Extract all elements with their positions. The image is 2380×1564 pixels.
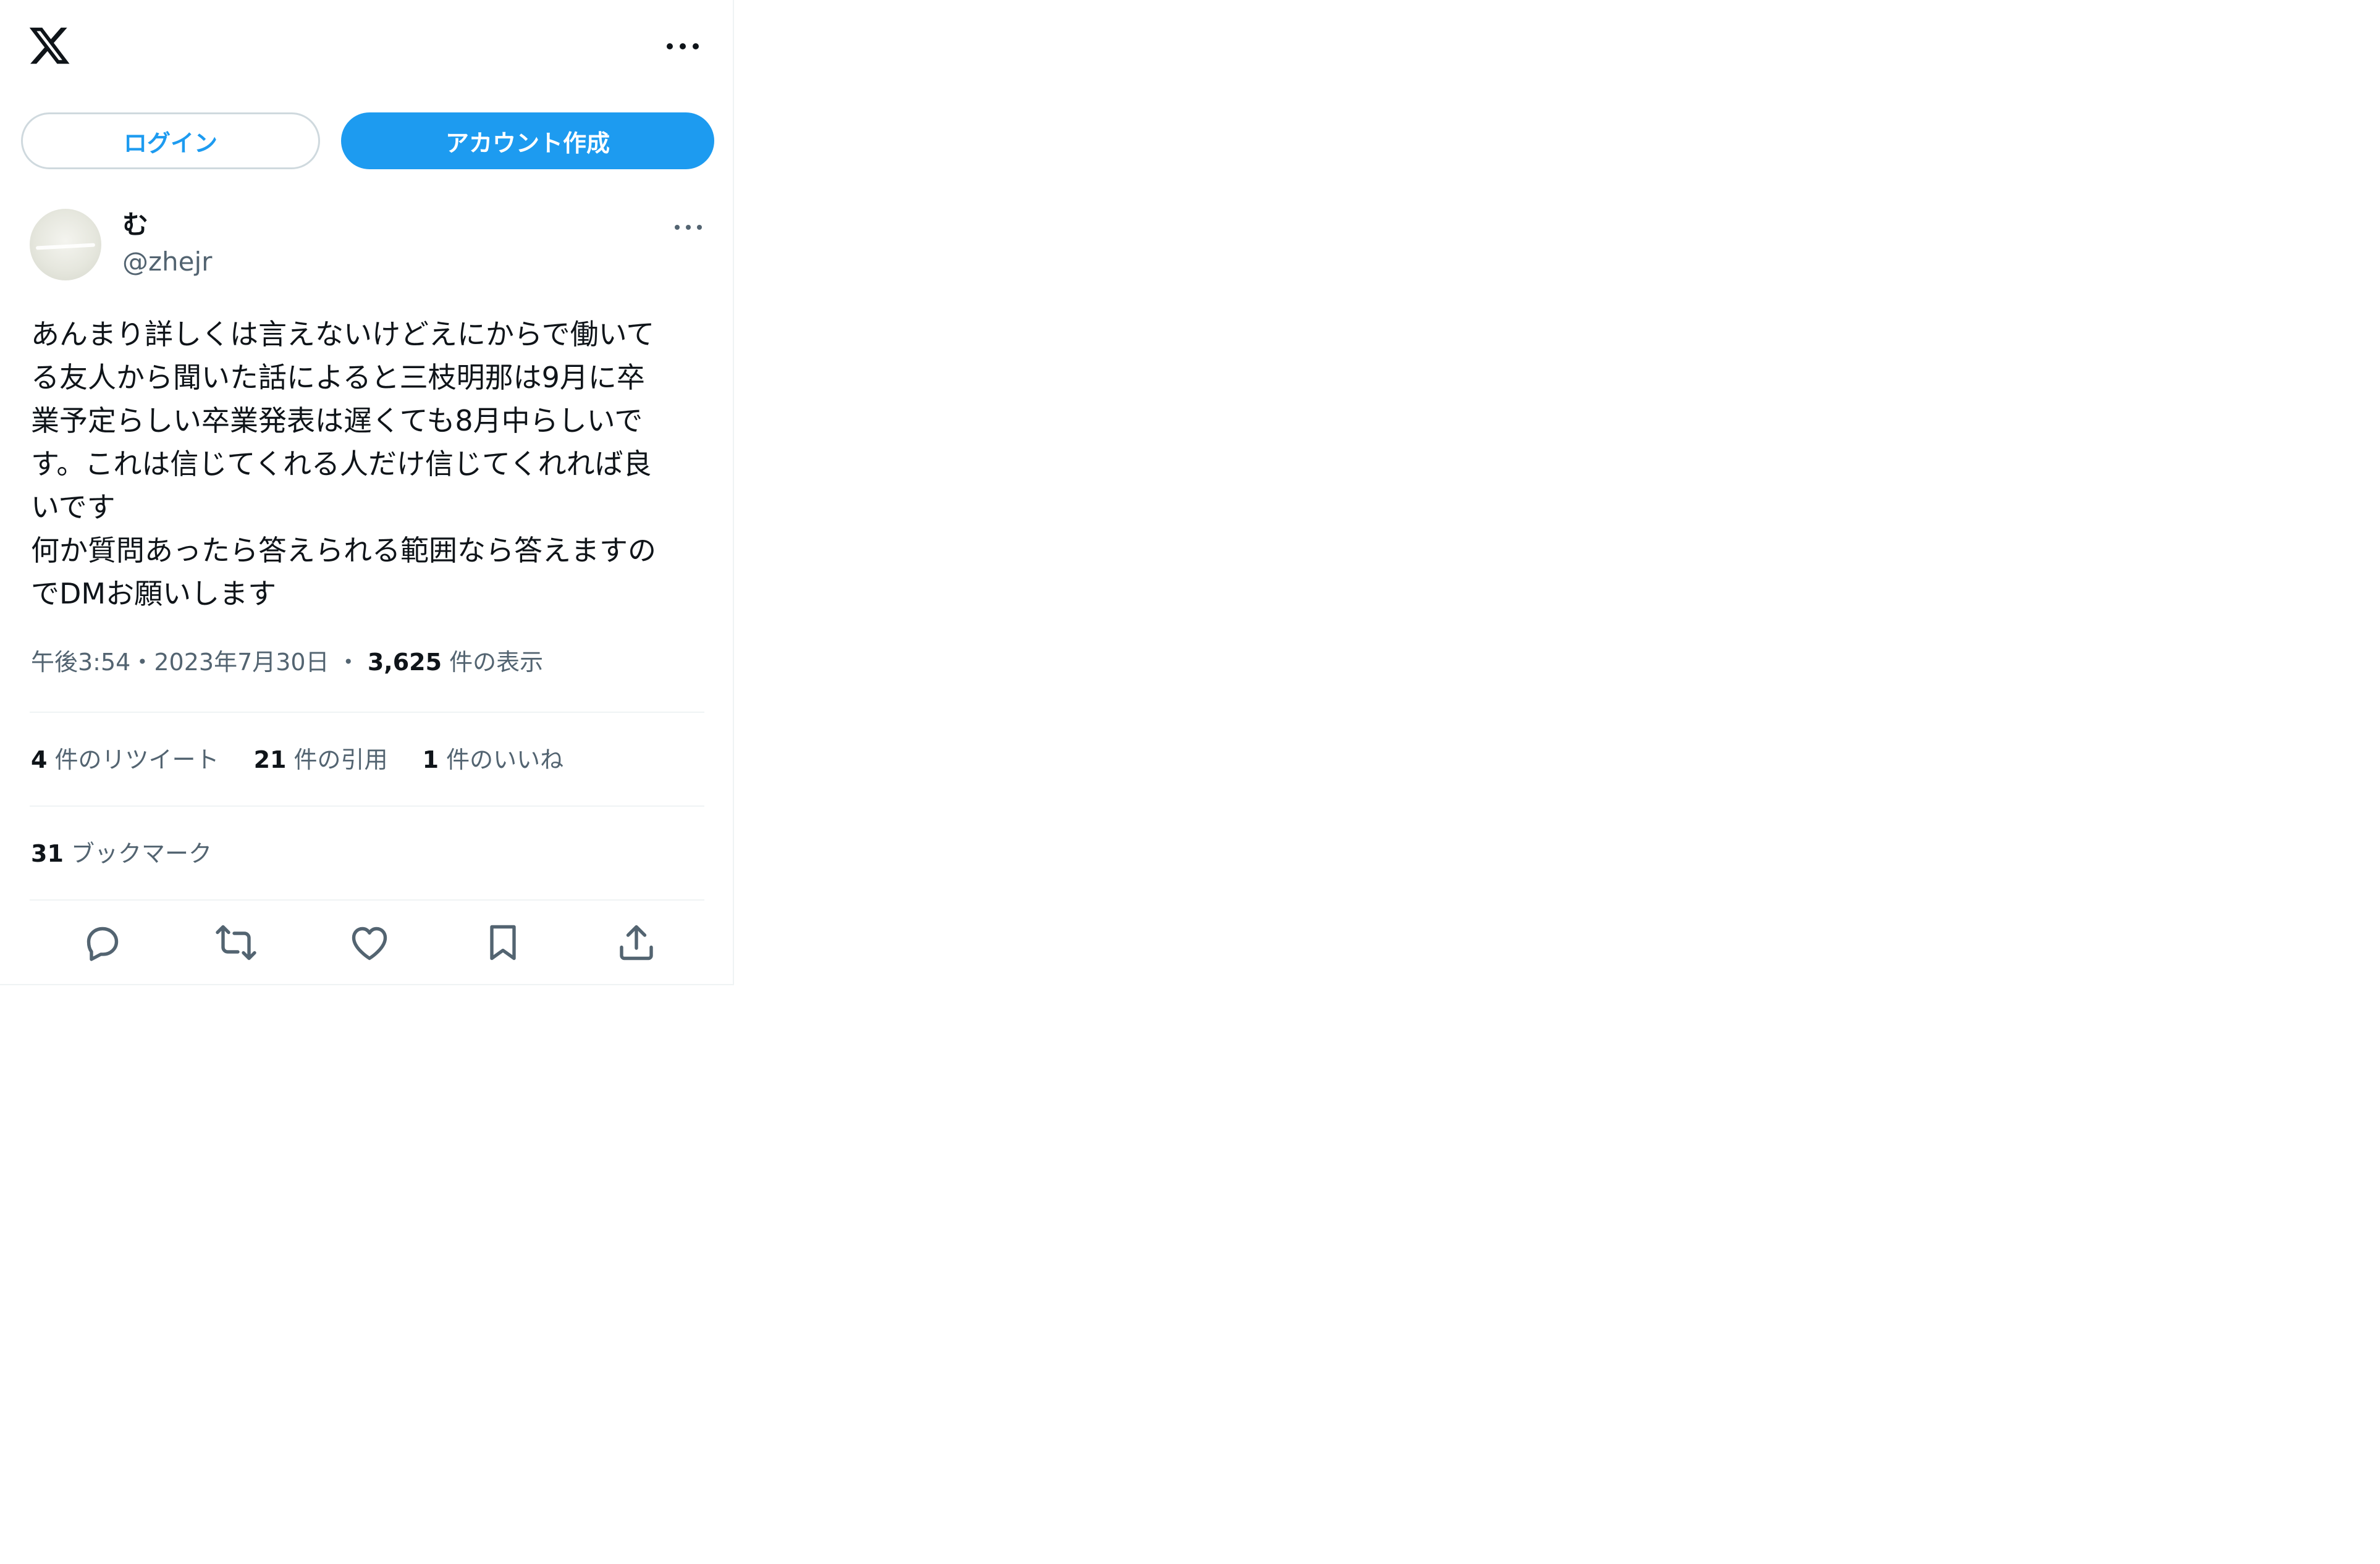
create-account-button[interactable]: アカウント作成	[341, 112, 714, 169]
retweet-icon[interactable]	[214, 920, 258, 965]
retweets-label: 件のリツイート	[54, 746, 219, 773]
avatar[interactable]	[30, 209, 101, 280]
login-button[interactable]: ログイン	[21, 112, 320, 169]
x-logo-icon[interactable]	[27, 23, 72, 68]
more-horizontal-icon[interactable]	[661, 34, 704, 59]
bookmarks-label: ブックマーク	[70, 840, 212, 867]
page: ログイン アカウント作成 む @zhejr あんまり詳しくは言えないけどえにから…	[0, 0, 2380, 1564]
retweets-count: 4	[31, 746, 48, 773]
tweet-panel: ログイン アカウント作成 む @zhejr あんまり詳しくは言えないけどえにから…	[0, 0, 734, 985]
tweet-text: あんまり詳しくは言えないけどえにからで働いて る友人から聞いた話によると三枝明那…	[31, 317, 656, 610]
tweet-meta: 午後3:54・2023年7月30日 ・ 3,625 件の表示	[31, 645, 543, 679]
quotes-stat[interactable]: 21 件の引用	[254, 742, 388, 777]
quotes-count: 21	[253, 746, 287, 773]
divider	[30, 712, 704, 713]
divider	[30, 899, 704, 901]
bookmark-icon[interactable]	[481, 920, 525, 965]
meta-separator: ・	[336, 649, 360, 676]
author-display-name[interactable]: む	[122, 209, 148, 241]
reply-icon[interactable]	[80, 920, 125, 965]
divider	[30, 805, 704, 807]
bookmarks-row: 31 ブックマーク	[31, 836, 247, 871]
tweet-more-icon[interactable]	[671, 216, 706, 238]
action-bar	[30, 913, 704, 972]
like-icon[interactable]	[347, 920, 392, 965]
retweets-stat[interactable]: 4 件のリツイート	[31, 742, 219, 777]
likes-count: 1	[422, 746, 439, 773]
stats-row: 4 件のリツイート 21 件の引用 1 件のいいね	[31, 742, 598, 777]
bookmarks-stat[interactable]: 31 ブックマーク	[31, 836, 212, 871]
share-icon[interactable]	[614, 920, 659, 965]
quotes-label: 件の引用	[293, 746, 388, 773]
views-label: 件の表示	[449, 649, 544, 676]
tweet-date[interactable]: 2023年7月30日	[154, 649, 329, 676]
tweet-time[interactable]: 午後3:54	[31, 649, 130, 676]
views-count: 3,625	[367, 649, 442, 676]
meta-separator: ・	[130, 649, 154, 676]
bookmarks-count: 31	[31, 840, 64, 867]
author-handle[interactable]: @zhejr	[122, 246, 212, 278]
likes-stat[interactable]: 1 件のいいね	[423, 742, 564, 777]
likes-label: 件のいいね	[446, 746, 564, 773]
